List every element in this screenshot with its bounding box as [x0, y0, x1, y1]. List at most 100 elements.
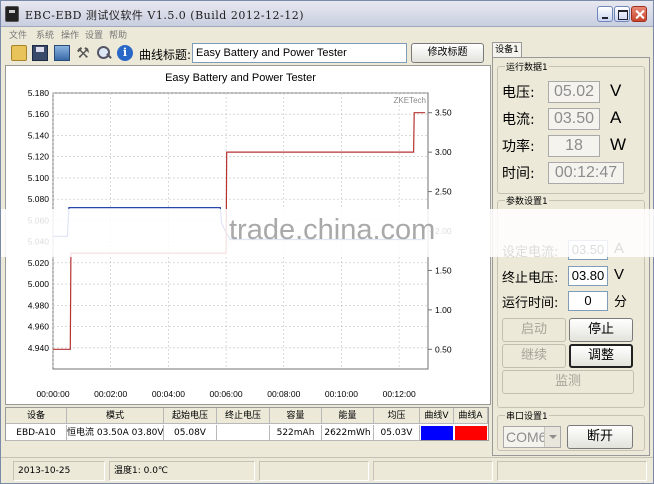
stop-voltage-label: 终止电压: [502, 271, 559, 286]
y-left-tick-label: 5.180 [28, 88, 50, 98]
y-left-tick-label: 4.960 [28, 322, 50, 332]
table-header: 均压 [374, 408, 420, 424]
disconnect-button[interactable]: 断开 [567, 425, 633, 449]
table-cell-start-voltage: 05.08V [164, 425, 217, 441]
app-window: EBC-EBD 测试仪软件 V1.5.0 (Build 2012-12-12) … [0, 0, 654, 484]
params-title: 参数设置1 [505, 194, 549, 207]
y-right-tick-label: 2.50 [435, 187, 452, 197]
curve-title-input[interactable]: Easy Battery and Power Tester [192, 43, 407, 63]
y-left-tick-label: 5.100 [28, 173, 50, 183]
title-bar[interactable]: EBC-EBD 测试仪软件 V1.5.0 (Build 2012-12-12) [1, 1, 653, 27]
tab-device-1[interactable]: 设备1 [492, 42, 522, 58]
table-cell-avg-voltage: 05.03V [374, 425, 420, 441]
serial-title: 串口设置1 [505, 409, 549, 422]
chevron-down-icon[interactable] [544, 427, 560, 447]
adjust-button[interactable]: 调整 [569, 344, 633, 368]
minimize-button[interactable] [597, 6, 613, 22]
start-button[interactable]: 启动 [502, 318, 566, 342]
table-header: 设备 [6, 408, 67, 424]
table-header: 终止电压 [217, 408, 270, 424]
table-header: 模式 [67, 408, 164, 424]
menu-file[interactable]: 文件 [9, 28, 27, 41]
run-time-input[interactable]: 0 [568, 291, 608, 311]
menu-system[interactable]: 系统 [36, 28, 54, 41]
current-label: 电流: [502, 112, 535, 128]
table-cell-mode: 恒电流 03.50A 03.80V [67, 425, 164, 441]
monitor-button[interactable]: 监测 [502, 370, 634, 394]
open-icon[interactable] [11, 45, 27, 61]
close-button[interactable] [631, 6, 647, 22]
y-right-tick-label: 1.00 [435, 305, 452, 315]
table-cell-end-voltage [217, 425, 270, 441]
menu-settings[interactable]: 设置 [85, 28, 103, 41]
tools-icon[interactable]: ⚒ [75, 45, 91, 61]
table-header: 起始电压 [164, 408, 217, 424]
table-header: 容量 [270, 408, 322, 424]
y-left-tick-label: 5.160 [28, 109, 50, 119]
chart-title: Easy Battery and Power Tester [165, 72, 316, 84]
y-left-tick-label: 5.020 [28, 258, 50, 268]
x-tick-label: 00:08:00 [267, 389, 300, 399]
x-tick-label: 00:10:00 [325, 389, 358, 399]
x-tick-label: 00:04:00 [152, 389, 185, 399]
y-right-tick-label: 3.50 [435, 108, 452, 118]
watermark-text: trade.china.com [229, 214, 436, 246]
table-header: 曲线A [454, 408, 488, 424]
summary-table: 设备 模式 起始电压 终止电压 容量 能量 均压 曲线V 曲线A EBD-A10… [5, 407, 489, 441]
y-left-tick-label: 5.140 [28, 130, 50, 140]
x-tick-label: 00:06:00 [210, 389, 243, 399]
y-left-tick-label: 5.120 [28, 152, 50, 162]
chart-annotation: ZKETech [394, 96, 426, 105]
y-left-tick-label: 5.080 [28, 194, 50, 204]
table-cell-energy: 2622mWh [322, 425, 374, 441]
status-temperature: 温度1: 0.0℃ [109, 461, 255, 481]
stop-voltage-unit: V [614, 266, 625, 283]
status-datetime: 2013-10-25 15:54:20 [13, 461, 105, 481]
curve-title-label: 曲线标题: [139, 48, 192, 62]
serial-group: 串口设置1 COM6 断开 [497, 409, 645, 451]
menu-operate[interactable]: 操作 [61, 28, 79, 41]
port-value: COM6 [506, 429, 547, 445]
run-data-title: 运行数据1 [505, 60, 549, 73]
run-data-group: 运行数据1 电压: 05.02 V 电流: 03.50 A 功率: 18 W 时… [497, 60, 645, 194]
y-left-tick-label: 4.940 [28, 343, 50, 353]
edit-title-button[interactable]: 修改标题 [411, 43, 484, 63]
y-right-tick-label: 1.50 [435, 265, 452, 275]
table-header: 能量 [322, 408, 374, 424]
stop-voltage-input[interactable]: 03.80 [568, 266, 608, 286]
curve-a-color-swatch[interactable] [455, 426, 487, 440]
stop-button[interactable]: 停止 [569, 318, 633, 342]
status-empty-1 [259, 461, 369, 481]
search-icon[interactable] [96, 45, 112, 61]
table-header: 曲线V [420, 408, 454, 424]
table-cell-device: EBD-A10 [6, 425, 67, 441]
chart-icon[interactable] [54, 45, 70, 61]
x-tick-label: 00:12:00 [383, 389, 416, 399]
port-select[interactable]: COM6 [503, 426, 561, 448]
time-label: 时间: [502, 166, 535, 182]
continue-button[interactable]: 继续 [502, 344, 566, 368]
table-cell-capacity: 522mAh [270, 425, 322, 441]
menu-help[interactable]: 帮助 [109, 28, 127, 41]
info-icon[interactable]: i [117, 45, 133, 61]
run-time-unit: 分 [614, 294, 628, 309]
voltage-unit: V [610, 81, 622, 100]
maximize-button[interactable] [614, 6, 630, 22]
x-tick-label: 00:00:00 [36, 389, 69, 399]
y-left-tick-label: 5.000 [28, 279, 50, 289]
power-value: 18 [548, 135, 600, 157]
toolbar: ⚒ i 曲线标题: Easy Battery and Power Tester … [1, 41, 491, 65]
voltage-value: 05.02 [548, 81, 600, 103]
status-bar: 2013-10-25 15:54:20 温度1: 0.0℃ [1, 457, 653, 483]
watermark: trade.china.com [1, 209, 654, 257]
save-icon[interactable] [32, 45, 48, 61]
current-unit: A [610, 108, 622, 127]
voltage-label: 电压: [502, 85, 535, 101]
curve-v-color-swatch[interactable] [421, 426, 453, 440]
window-title: EBC-EBD 测试仪软件 V1.5.0 (Build 2012-12-12) [25, 9, 305, 22]
status-empty-2 [373, 461, 493, 481]
y-right-tick-label: 3.00 [435, 147, 452, 157]
run-time-label: 运行时间: [502, 296, 559, 311]
power-unit: W [610, 135, 627, 154]
app-icon [5, 6, 19, 22]
